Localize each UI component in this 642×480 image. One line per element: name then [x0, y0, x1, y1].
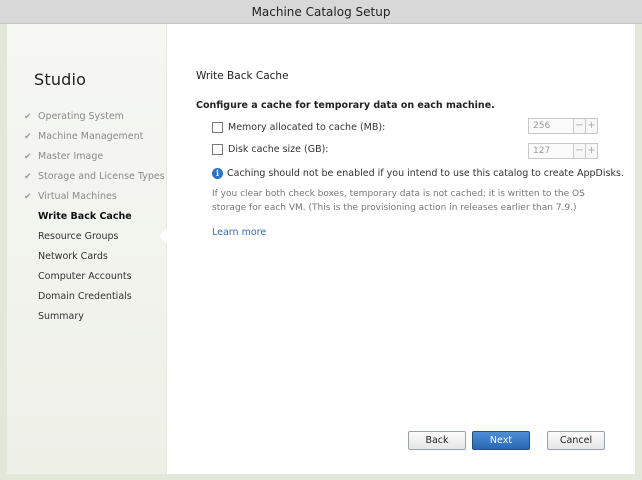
sidebar-step-label: Computer Accounts	[38, 271, 132, 282]
check-icon: ✔	[24, 172, 32, 182]
sidebar-step-network-cards: Network Cards	[24, 247, 165, 267]
current-step-pointer	[159, 228, 167, 244]
sidebar-step-label: Resource Groups	[38, 231, 119, 242]
cache-note: If you clear both check boxes, temporary…	[212, 189, 585, 213]
memory-cache-stepper: 256 − +	[528, 118, 598, 136]
memory-cache-decrement-button[interactable]: −	[574, 118, 586, 134]
check-icon: ✔	[24, 132, 32, 142]
sidebar-step-label: Master Image	[38, 151, 104, 162]
check-icon: ✔	[24, 152, 32, 162]
memory-cache-increment-button[interactable]: +	[586, 118, 598, 134]
sidebar-step-label: Write Back Cache	[38, 211, 132, 222]
sidebar-step-label: Domain Credentials	[38, 291, 132, 302]
sidebar-step-resource-groups: Resource Groups	[24, 227, 165, 247]
cancel-button[interactable]: Cancel	[547, 431, 605, 450]
disk-cache-increment-button[interactable]: +	[586, 143, 598, 159]
check-icon: ✔	[24, 112, 32, 122]
sidebar-step-operating-system: ✔ Operating System	[24, 107, 165, 127]
sidebar-step-domain-credentials: Domain Credentials	[24, 287, 165, 307]
sidebar-step-machine-management: ✔ Machine Management	[24, 127, 165, 147]
sidebar-step-label: Machine Management	[38, 131, 144, 142]
disk-cache-stepper: 127 − +	[528, 143, 598, 161]
page-subtitle: Configure a cache for temporary data on …	[196, 100, 495, 111]
disk-cache-row: Disk cache size (GB):	[212, 141, 329, 157]
sidebar-step-label: Summary	[38, 311, 84, 322]
wizard-steps: ✔ Operating System ✔ Machine Management ✔ Mas…	[24, 107, 165, 327]
sidebar-step-storage-and-license-types: ✔ Storage and License Types	[24, 167, 165, 187]
window-title: Machine Catalog Setup	[251, 4, 391, 19]
memory-cache-input[interactable]: 256	[528, 118, 574, 134]
memory-cache-row: Memory allocated to cache (MB):	[212, 119, 385, 135]
memory-cache-label: Memory allocated to cache (MB):	[228, 121, 386, 133]
info-text: Caching should not be enabled if you int…	[227, 168, 624, 179]
disk-cache-label: Disk cache size (GB):	[228, 143, 329, 155]
sidebar-step-summary: Summary	[24, 307, 165, 327]
check-icon: ✔	[24, 192, 32, 202]
sidebar-step-master-image: ✔ Master Image	[24, 147, 165, 167]
sidebar-step-virtual-machines: ✔ Virtual Machines	[24, 187, 165, 207]
info-message: i Caching should not be enabled if you i…	[212, 168, 624, 179]
sidebar-step-computer-accounts: Computer Accounts	[24, 267, 165, 287]
sidebar-step-label: Virtual Machines	[38, 191, 117, 202]
disk-cache-decrement-button[interactable]: −	[574, 143, 586, 159]
title-bar: Machine Catalog Setup	[0, 0, 642, 24]
info-icon: i	[212, 168, 223, 179]
next-button[interactable]: Next	[472, 431, 530, 450]
page-title: Write Back Cache	[196, 70, 289, 82]
sidebar-step-label: Operating System	[38, 111, 124, 122]
disk-cache-checkbox[interactable]	[212, 143, 223, 155]
back-button[interactable]: Back	[408, 431, 466, 450]
sidebar-step-label: Storage and License Types	[38, 171, 165, 182]
learn-more-link[interactable]: Learn more	[212, 227, 266, 238]
disk-cache-input[interactable]: 127	[528, 143, 574, 159]
sidebar-step-label: Network Cards	[38, 251, 108, 262]
sidebar-step-write-back-cache: Write Back Cache	[24, 207, 165, 227]
memory-cache-checkbox[interactable]	[212, 121, 223, 133]
brand-title: Studio	[34, 70, 87, 89]
